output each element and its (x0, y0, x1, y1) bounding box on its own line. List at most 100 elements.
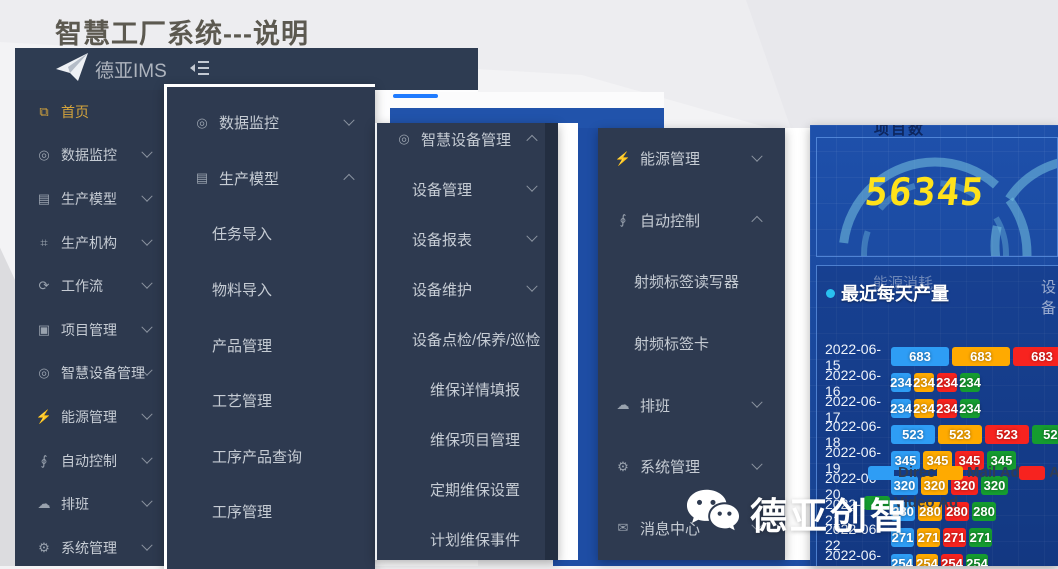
chevron-down-icon (751, 150, 762, 161)
menu-item-项目管理[interactable]: ▣ 项目管理 (15, 308, 165, 352)
menu-item-设备维护[interactable]: 设备维护 (377, 264, 558, 314)
sidebar-collapse-icon[interactable] (190, 60, 210, 81)
bar-A: 271 (943, 528, 966, 547)
monitor-icon: ◎ (193, 115, 211, 131)
menu-item-数据监控[interactable]: ◎ 数据监控 (167, 95, 375, 151)
chart-row-date: 2022-06-23 (825, 547, 887, 566)
menu-item-工序管理[interactable]: 工序管理 (167, 484, 375, 540)
chevron-down-icon (526, 231, 537, 242)
menu-item-射频标签卡[interactable]: 射频标签卡 (598, 313, 785, 375)
menu-item-label: 首页 (61, 102, 89, 122)
chevron-down-icon (751, 397, 762, 408)
menu-item-能源管理[interactable]: ⚡ 能源管理 (598, 128, 785, 190)
energy-icon: ⚡ (614, 151, 632, 167)
legend-Mail Ad[interactable]: Mail Ad (937, 464, 1020, 481)
menu-item-能源管理[interactable]: ⚡能源管理 (15, 395, 165, 439)
control-icon: ∮ (614, 212, 632, 228)
menu-item-工作流[interactable]: ⟳工作流 (15, 264, 165, 308)
schedule-icon: ☁ (614, 397, 632, 413)
chevron-down-icon (141, 234, 152, 245)
menu-item-设备点检/保养/巡检[interactable]: 设备点检/保养/巡检 (377, 314, 558, 364)
menu-item-自动控制[interactable]: ∮自动控制 (598, 190, 785, 252)
menu-item-生产机构[interactable]: ⌗生产机构 (15, 221, 165, 265)
bar-Mail Ad: 254 (916, 554, 938, 566)
menu-item-label: 数据监控 (219, 112, 279, 133)
monitor-icon: ◎ (35, 147, 53, 163)
dashboard-backdrop (578, 128, 598, 560)
menu-item-维保项目管理[interactable]: 维保项目管理 (377, 414, 558, 464)
menu-item-产品管理[interactable]: 产品管理 (167, 317, 375, 373)
bar-Direct: 683 (891, 347, 949, 366)
menu-item-设备报表[interactable]: 设备报表 (377, 214, 558, 264)
chevron-down-icon (141, 278, 152, 289)
bar-Mail Ad: 234 (914, 373, 934, 392)
menu-item-label: 设备维护 (412, 279, 472, 300)
panel-edge (545, 123, 558, 560)
model-icon: ▤ (193, 170, 211, 186)
bar-Mail Ad: 234 (914, 399, 934, 418)
chart-row-bars: 234234234234 (891, 373, 980, 392)
device-tab-label[interactable]: 设备 (1041, 276, 1058, 318)
bar-Video Ad: 280 (972, 502, 996, 521)
menu-item-数据监控[interactable]: ◎数据监控 (15, 134, 165, 178)
menu-item-label: 产品管理 (212, 335, 272, 356)
menu-item-label: 生产模型 (219, 168, 279, 189)
chevron-down-icon (526, 181, 537, 192)
chevron-down-icon (141, 539, 152, 550)
menu-item-label: 项目管理 (61, 320, 117, 340)
menu-item-工序产品查询[interactable]: 工序产品查询 (167, 429, 375, 485)
project-icon: ▣ (35, 322, 53, 338)
bar-A: 254 (941, 554, 963, 566)
menu-item-排班[interactable]: ☁排班 (15, 482, 165, 526)
legend-A[interactable]: A (1019, 464, 1058, 481)
menu-item-物料导入[interactable]: 物料导入 (167, 262, 375, 318)
menu-item-label: 设备报表 (412, 229, 472, 250)
chart-title: 最近每天产量 (841, 280, 949, 306)
app-logo: 德亚IMS (55, 52, 167, 87)
chevron-down-icon (141, 408, 152, 419)
bar-Mail Ad: 271 (917, 528, 940, 547)
menu-item-智慧设备管理[interactable]: ◎智慧设备管理 (377, 123, 558, 164)
menu-item-任务导入[interactable]: 任务导入 (167, 206, 375, 262)
menu-item-生产模型[interactable]: ▤生产模型 (15, 177, 165, 221)
chevron-down-icon (343, 114, 354, 125)
bar-Direct: 234 (891, 373, 911, 392)
menu-item-维保详情填报[interactable]: 维保详情填报 (377, 364, 558, 414)
menu-item-计划维保事件[interactable]: 计划维保事件 (377, 514, 558, 560)
menu-item-label: 能源管理 (640, 148, 700, 169)
chart-row-bars: 523523523523 (891, 425, 1058, 444)
system-icon: ⚙ (35, 540, 53, 556)
chart-row-bars: 234234234234 (891, 399, 980, 418)
menu-item-生产模型[interactable]: ▤ 生产模型 (167, 151, 375, 207)
menu-item-label: 设备管理 (412, 179, 472, 200)
bar-Mail Ad: 683 (952, 347, 1010, 366)
chart-row-bars: 683683683683 (891, 347, 1058, 366)
panel-production-model: ◎ 数据监控 ▤ 生产模型任务导入物料导入产品管理工艺管理工序产品查询工序管理 (164, 84, 375, 569)
bullet-dot-icon (826, 289, 835, 298)
watermark-text: 德亚创智 (750, 486, 910, 540)
legend-swatch (937, 466, 963, 480)
chevron-down-icon (141, 190, 152, 201)
schedule-icon: ☁ (35, 496, 53, 512)
menu-item-智慧设备管理[interactable]: ◎智慧设备管理 (15, 352, 165, 396)
menu-item-label: 智慧设备管理 (61, 363, 145, 383)
menu-item-射频标签读写器[interactable]: 射频标签读写器 (598, 251, 785, 313)
chevron-up-icon (343, 174, 354, 185)
chevron-down-icon (141, 321, 152, 332)
menu-item-定期维保设置[interactable]: 定期维保设置 (377, 464, 558, 514)
menu-item-label: 计划维保事件 (430, 529, 520, 550)
menu-item-设备管理[interactable]: 设备管理 (377, 164, 558, 214)
menu-item-工艺管理[interactable]: 工艺管理 (167, 373, 375, 429)
chevron-down-icon (141, 452, 152, 463)
legend-label: Direct (898, 464, 941, 481)
tab-bar (390, 92, 664, 109)
menu-item-自动控制[interactable]: ∮自动控制 (15, 439, 165, 483)
menu-item-首页[interactable]: ⧉首页 (15, 90, 165, 134)
bar-Video Ad: 254 (966, 554, 988, 566)
menu-item-系统管理[interactable]: ⚙系统管理 (15, 526, 165, 566)
menu-item-排班[interactable]: ☁排班 (598, 374, 785, 436)
menu-item-label: 设备点检/保养/巡检 (412, 329, 540, 350)
legend-Direct[interactable]: Direct (868, 464, 941, 481)
menu-item-label: 射频标签读写器 (634, 271, 739, 292)
chevron-up-icon (751, 216, 762, 227)
